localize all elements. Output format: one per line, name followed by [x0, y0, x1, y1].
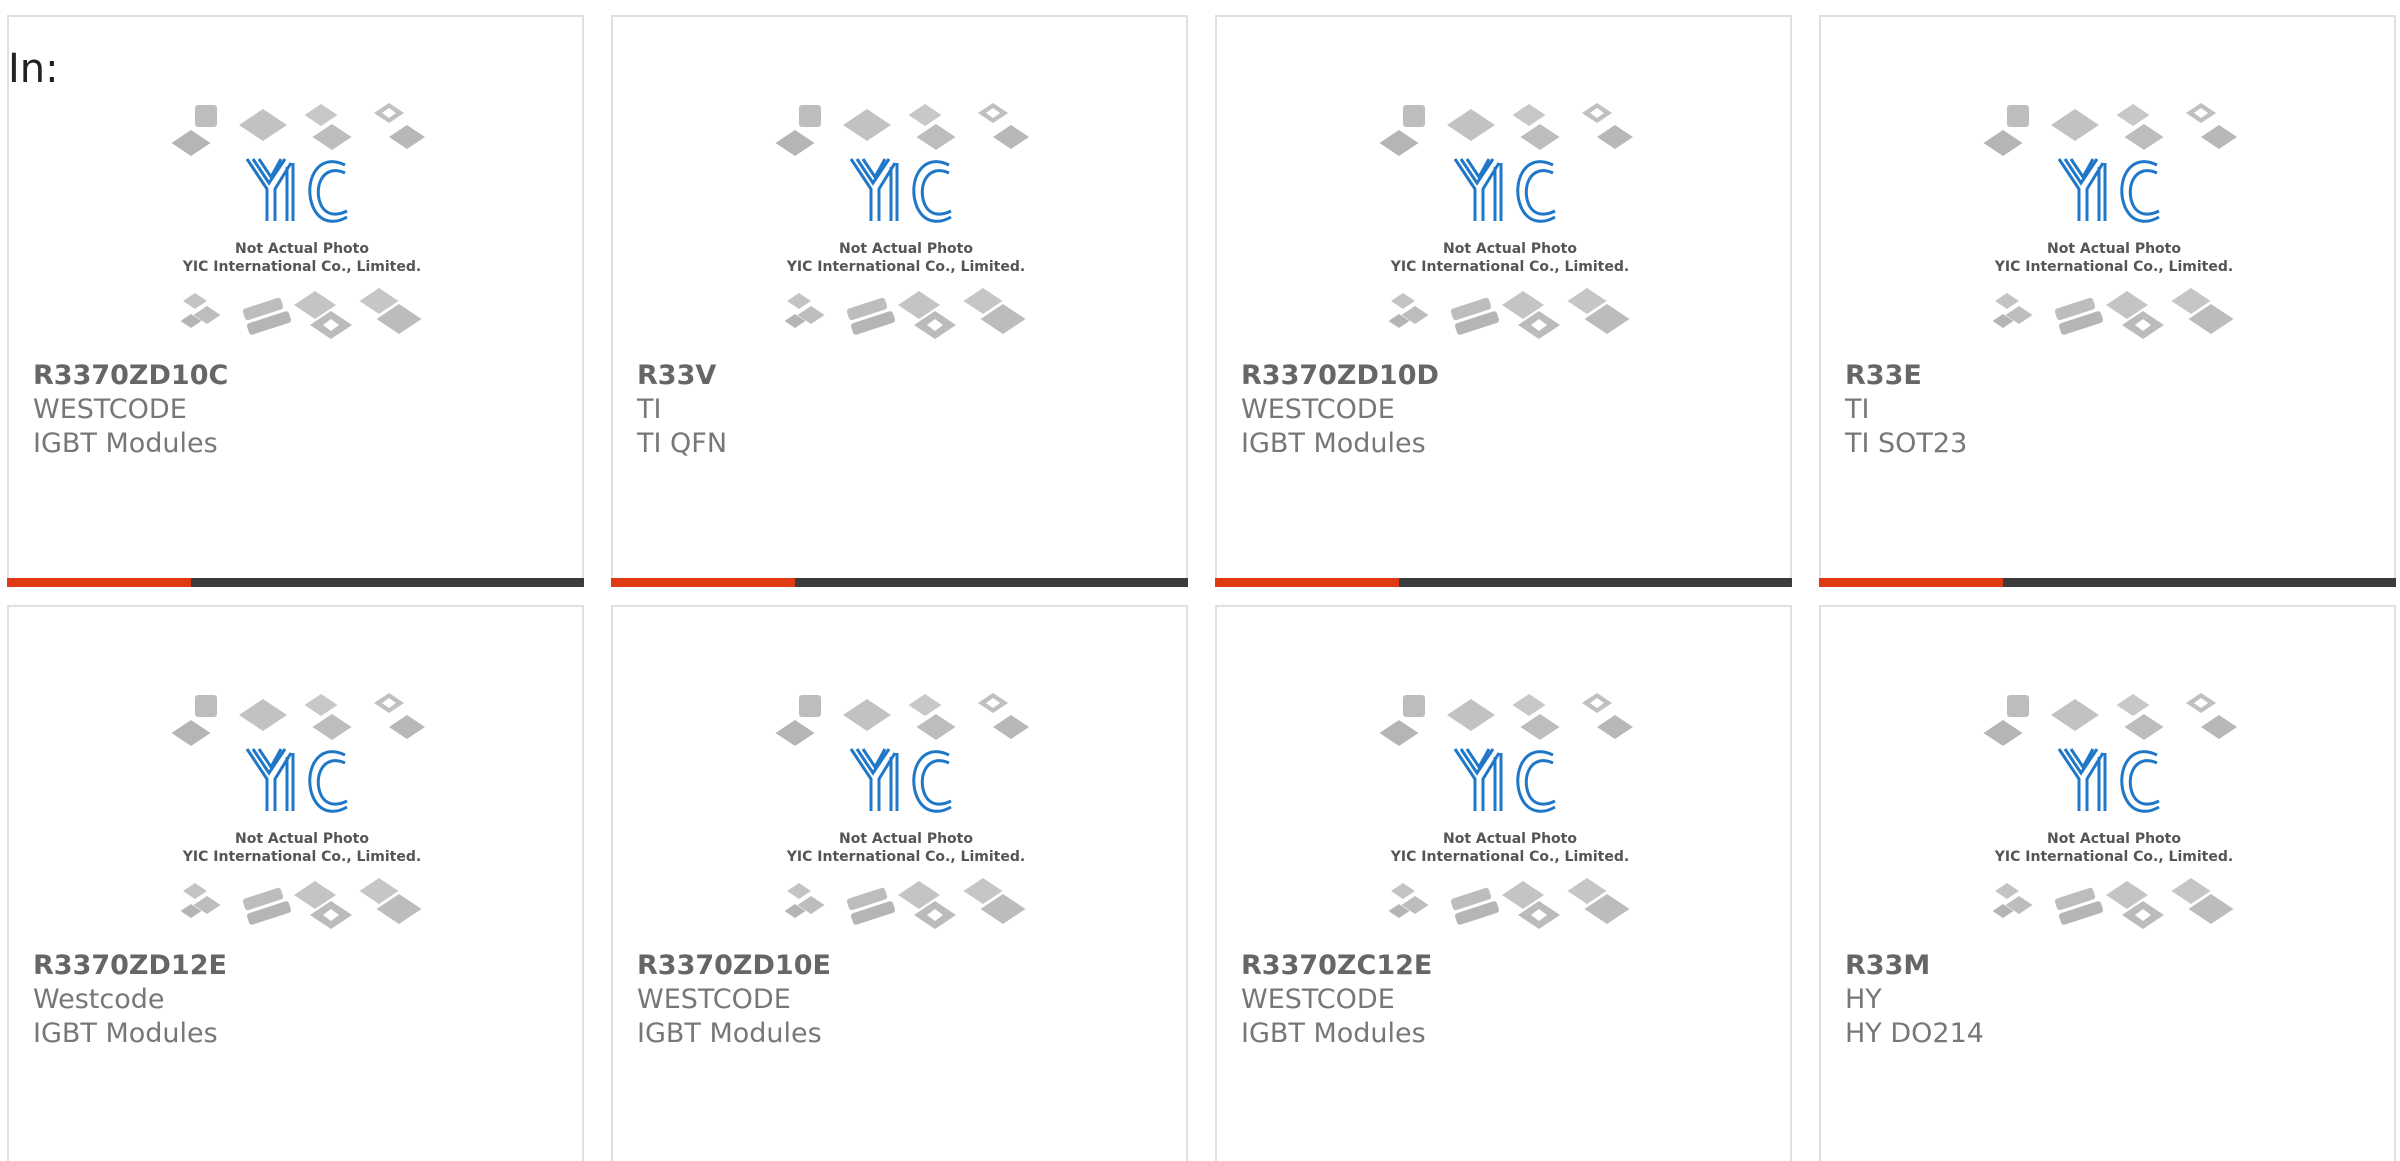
card-bottom-bar: [611, 578, 1188, 587]
caption-line2: YIC International Co., Limited.: [1390, 849, 1629, 865]
product-manufacturer: Westcode: [33, 984, 165, 1015]
product-image[interactable]: Not Actual Photo YIC International Co., …: [771, 693, 1041, 955]
product-image[interactable]: Not Actual Photo YIC International Co., …: [1979, 693, 2249, 955]
caption-line2: YIC International Co., Limited.: [1994, 259, 2233, 275]
product-part-number[interactable]: R33E: [1845, 359, 1922, 393]
product-manufacturer: WESTCODE: [33, 394, 187, 425]
yic-logo: [849, 158, 952, 223]
caption-line1: Not Actual Photo: [839, 241, 973, 257]
product-part-number[interactable]: R3370ZD10D: [1241, 359, 1439, 393]
product-card[interactable]: Not Actual Photo YIC International Co., …: [7, 605, 584, 1161]
product-category: HY DO214: [1845, 1018, 1984, 1049]
card-bottom-bar: [7, 578, 584, 587]
product-category: IGBT Modules: [1241, 428, 1426, 459]
yic-logo: [245, 158, 348, 223]
card-accent-bar: [1215, 578, 1399, 587]
product-manufacturer: TI: [637, 394, 662, 425]
caption-line1: Not Actual Photo: [1443, 241, 1577, 257]
chip-icons-top: [171, 103, 425, 156]
card-bottom-bar: [1819, 578, 2396, 587]
caption-line2: YIC International Co., Limited.: [786, 259, 1025, 275]
product-image[interactable]: Not Actual Photo YIC International Co., …: [1375, 103, 1645, 365]
caption-line2: YIC International Co., Limited.: [182, 849, 421, 865]
product-card[interactable]: Not Actual Photo YIC International Co., …: [7, 15, 584, 587]
product-part-number[interactable]: R33M: [1845, 949, 1930, 983]
caption-line1: Not Actual Photo: [235, 241, 369, 257]
caption-line2: YIC International Co., Limited.: [1390, 259, 1629, 275]
chip-icons-bottom: [180, 288, 422, 339]
product-image[interactable]: Not Actual Photo YIC International Co., …: [771, 103, 1041, 365]
product-part-number[interactable]: R3370ZD10E: [637, 949, 831, 983]
filter-label: In:: [8, 46, 59, 92]
card-accent-bar: [7, 578, 191, 587]
product-image[interactable]: Not Actual Photo YIC International Co., …: [167, 103, 437, 365]
product-card[interactable]: Not Actual Photo YIC International Co., …: [1819, 15, 2396, 587]
chip-icons-top: [1379, 103, 1633, 156]
product-part-number[interactable]: R3370ZD10C: [33, 359, 228, 393]
caption-line2: YIC International Co., Limited.: [1994, 849, 2233, 865]
yic-logo: [2057, 748, 2160, 813]
product-image[interactable]: Not Actual Photo YIC International Co., …: [167, 693, 437, 955]
product-category: IGBT Modules: [1241, 1018, 1426, 1049]
product-manufacturer: WESTCODE: [637, 984, 791, 1015]
product-card[interactable]: Not Actual Photo YIC International Co., …: [1215, 15, 1792, 587]
product-category: TI QFN: [637, 428, 728, 459]
product-manufacturer: TI: [1845, 394, 1870, 425]
caption-line1: Not Actual Photo: [1443, 831, 1577, 847]
yic-logo: [1453, 158, 1556, 223]
chip-icons-bottom: [1388, 288, 1630, 339]
card-bottom-bar: [1215, 578, 1792, 587]
chip-icons-top: [775, 693, 1029, 746]
yic-logo: [245, 748, 348, 813]
product-category: IGBT Modules: [637, 1018, 822, 1049]
caption-line2: YIC International Co., Limited.: [786, 849, 1025, 865]
product-card[interactable]: Not Actual Photo YIC International Co., …: [1215, 605, 1792, 1161]
caption-line1: Not Actual Photo: [839, 831, 973, 847]
product-part-number[interactable]: R33V: [637, 359, 716, 393]
product-card[interactable]: Not Actual Photo YIC International Co., …: [1819, 605, 2396, 1161]
product-part-number[interactable]: R3370ZD12E: [33, 949, 227, 983]
product-grid-page: In: Not Actual Photo YIC International C…: [0, 0, 2400, 1161]
chip-icons-top: [1379, 693, 1633, 746]
card-accent-bar: [611, 578, 795, 587]
chip-icons-top: [775, 103, 1029, 156]
chip-icons-bottom: [1992, 878, 2234, 929]
product-category: TI SOT23: [1845, 428, 1968, 459]
caption-line1: Not Actual Photo: [235, 831, 369, 847]
product-category: IGBT Modules: [33, 1018, 218, 1049]
product-part-number[interactable]: R3370ZC12E: [1241, 949, 1432, 983]
product-image[interactable]: Not Actual Photo YIC International Co., …: [1979, 103, 2249, 365]
chip-icons-bottom: [1388, 878, 1630, 929]
caption-line1: Not Actual Photo: [2047, 831, 2181, 847]
chip-icons-bottom: [1992, 288, 2234, 339]
caption-line2: YIC International Co., Limited.: [182, 259, 421, 275]
product-manufacturer: WESTCODE: [1241, 984, 1395, 1015]
product-card[interactable]: Not Actual Photo YIC International Co., …: [611, 605, 1188, 1161]
product-category: IGBT Modules: [33, 428, 218, 459]
chip-icons-bottom: [784, 288, 1026, 339]
product-manufacturer: HY: [1845, 984, 1882, 1015]
chip-icons-bottom: [784, 878, 1026, 929]
yic-logo: [2057, 158, 2160, 223]
product-manufacturer: WESTCODE: [1241, 394, 1395, 425]
chip-icons-top: [1983, 103, 2237, 156]
caption-line1: Not Actual Photo: [2047, 241, 2181, 257]
chip-icons-top: [1983, 693, 2237, 746]
product-card[interactable]: Not Actual Photo YIC International Co., …: [611, 15, 1188, 587]
product-image[interactable]: Not Actual Photo YIC International Co., …: [1375, 693, 1645, 955]
yic-logo: [1453, 748, 1556, 813]
card-accent-bar: [1819, 578, 2003, 587]
chip-icons-bottom: [180, 878, 422, 929]
chip-icons-top: [171, 693, 425, 746]
yic-logo: [849, 748, 952, 813]
